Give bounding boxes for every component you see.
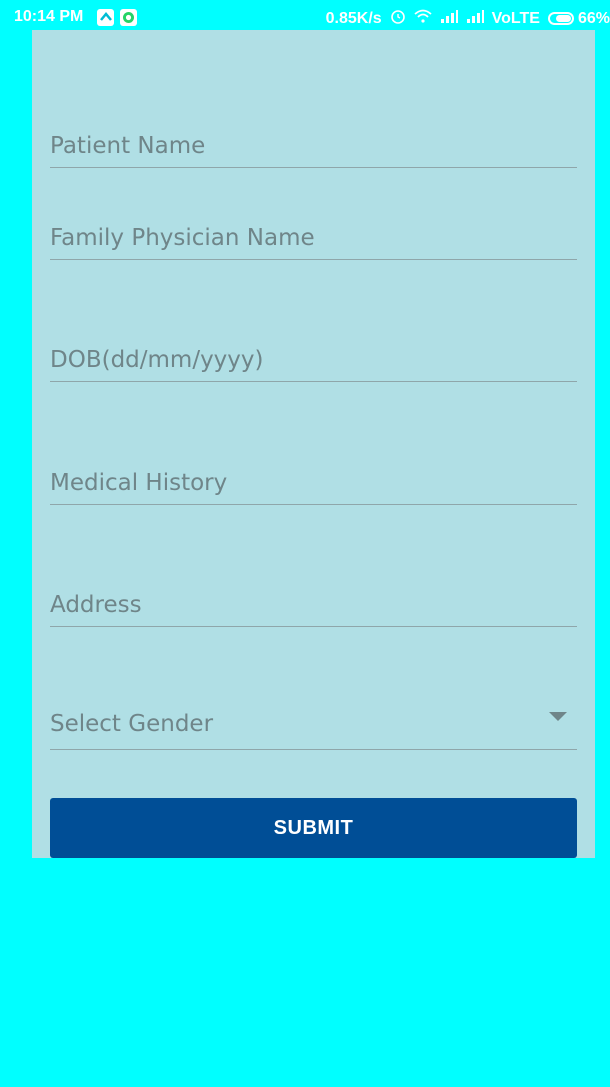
dob-input[interactable] [50, 347, 577, 373]
address-input[interactable] [50, 592, 577, 618]
status-time: 10:14 PM [14, 8, 84, 25]
physician-name-field [50, 200, 577, 260]
submit-button[interactable]: SUBMIT [50, 798, 577, 858]
whatsapp-icon [120, 8, 138, 26]
dob-field [50, 322, 577, 382]
battery-icon [547, 12, 574, 25]
network-speed: 0.85K/s [325, 9, 382, 27]
signal-icon [466, 9, 484, 28]
battery-fill [556, 15, 571, 22]
patient-name-field [50, 108, 577, 168]
medical-history-input[interactable] [50, 470, 577, 496]
address-field [50, 567, 577, 627]
medical-history-field [50, 445, 577, 505]
gender-select[interactable]: Select Gender [50, 690, 577, 750]
caret-up-icon [97, 8, 115, 26]
signal-icon [440, 9, 458, 28]
physician-name-input[interactable] [50, 225, 577, 251]
status-right: 0.85K/s VoLTE 66% [318, 8, 610, 29]
dropdown-arrow-icon [549, 712, 567, 721]
battery-percent: 66% [577, 9, 610, 27]
status-left: 10:14 PM [14, 8, 143, 26]
wifi-icon [414, 9, 432, 28]
network-type: VoLTE [491, 9, 540, 27]
alarm-icon [390, 8, 406, 29]
status-bar: 10:14 PM 0.85K/s VoLTE 66% [0, 0, 610, 34]
patient-form: Select Gender SUBMIT [32, 30, 595, 858]
gender-select-value: Select Gender [50, 711, 214, 737]
patient-name-input[interactable] [50, 133, 577, 159]
